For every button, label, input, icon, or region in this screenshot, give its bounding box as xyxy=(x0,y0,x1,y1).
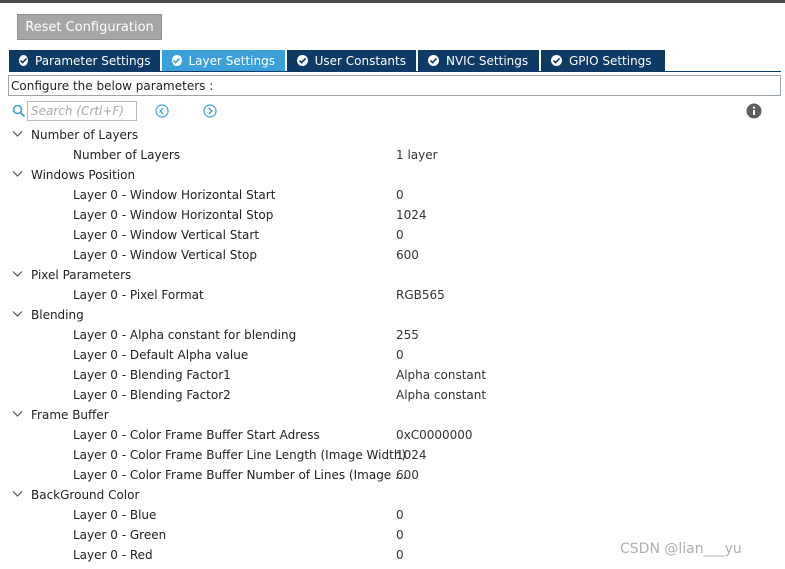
param-value[interactable]: Alpha constant xyxy=(396,388,486,402)
previous-match-button[interactable] xyxy=(155,104,169,118)
category-label: Frame Buffer xyxy=(31,408,109,422)
tab-underline xyxy=(9,71,781,72)
param-label: Layer 0 - Blending Factor2 xyxy=(73,388,231,402)
param-row[interactable]: Layer 0 - Blending Factor2 Alpha constan… xyxy=(0,385,785,405)
search-input[interactable] xyxy=(27,101,137,121)
param-value[interactable]: Alpha constant xyxy=(396,368,486,382)
param-label: Layer 0 - Window Horizontal Stop xyxy=(73,208,274,222)
param-row[interactable]: Layer 0 - Window Horizontal Start 0 xyxy=(0,185,785,205)
tab-parameter-settings[interactable]: Parameter Settings xyxy=(9,50,160,71)
param-label: Number of Layers xyxy=(73,148,181,162)
param-value[interactable]: 255 xyxy=(396,328,419,342)
param-value[interactable]: 0 xyxy=(396,188,404,202)
param-value[interactable]: 0 xyxy=(396,228,404,242)
watermark: CSDN @lian___yu xyxy=(620,541,742,557)
param-row[interactable]: Layer 0 - Color Frame Buffer Start Adres… xyxy=(0,425,785,445)
tab-user-constants[interactable]: User Constants xyxy=(287,50,416,71)
param-row[interactable]: Layer 0 - Window Horizontal Stop 1024 xyxy=(0,205,785,225)
tab-label: User Constants xyxy=(314,53,406,68)
param-label: Layer 0 - Window Vertical Stop xyxy=(73,248,258,262)
reset-configuration-button[interactable]: Reset Configuration xyxy=(17,14,162,40)
check-circle-icon xyxy=(19,55,28,66)
category-background-color[interactable]: BackGround Color xyxy=(0,485,785,505)
param-row[interactable]: Layer 0 - Pixel Format RGB565 xyxy=(0,285,785,305)
tab-label: Parameter Settings xyxy=(35,53,151,68)
tab-nvic-settings[interactable]: NVIC Settings xyxy=(418,50,539,71)
param-value[interactable]: 0 xyxy=(396,508,404,522)
param-row[interactable]: Layer 0 - Window Vertical Stop 600 xyxy=(0,245,785,265)
param-value[interactable]: 1024 xyxy=(396,208,427,222)
tab-gpio-settings[interactable]: GPIO Settings xyxy=(541,50,665,71)
tab-layer-settings[interactable]: Layer Settings xyxy=(162,50,285,71)
chevron-down-icon xyxy=(12,311,23,317)
check-circle-icon xyxy=(297,55,308,66)
param-value[interactable]: 0 xyxy=(396,528,404,542)
next-match-button[interactable] xyxy=(203,104,217,118)
category-frame-buffer[interactable]: Frame Buffer xyxy=(0,405,785,425)
param-label: Layer 0 - Blending Factor1 xyxy=(73,368,231,382)
param-row[interactable]: Layer 0 - Blue 0 xyxy=(0,505,785,525)
check-circle-icon xyxy=(551,55,562,66)
param-row[interactable]: Layer 0 - Color Frame Buffer Number of L… xyxy=(0,465,785,485)
tab-label: Layer Settings xyxy=(188,53,276,68)
param-label: Layer 0 - Window Horizontal Start xyxy=(73,188,276,202)
category-label: Windows Position xyxy=(31,168,136,182)
category-label: Number of Layers xyxy=(31,128,139,142)
chevron-down-icon xyxy=(12,131,23,137)
param-label: Layer 0 - Green xyxy=(73,528,167,542)
category-pixel-parameters[interactable]: Pixel Parameters xyxy=(0,265,785,285)
param-label: Layer 0 - Red xyxy=(73,548,153,562)
param-row[interactable]: Number of Layers 1 layer xyxy=(0,145,785,165)
param-row[interactable]: Layer 0 - Blending Factor1 Alpha constan… xyxy=(0,365,785,385)
chevron-down-icon xyxy=(12,271,23,277)
param-value[interactable]: 600 xyxy=(396,248,419,262)
chevron-down-icon xyxy=(12,491,23,497)
param-value[interactable]: 0 xyxy=(396,348,404,362)
param-value[interactable]: 0xC0000000 xyxy=(396,428,473,442)
check-circle-icon xyxy=(428,55,439,66)
tab-label: NVIC Settings xyxy=(446,53,529,68)
category-number-of-layers[interactable]: Number of Layers xyxy=(0,125,785,145)
search-icon xyxy=(12,104,26,118)
param-row[interactable]: Layer 0 - Color Frame Buffer Line Length… xyxy=(0,445,785,465)
chevron-down-icon xyxy=(12,411,23,417)
param-value[interactable]: RGB565 xyxy=(396,288,445,302)
tab-label: GPIO Settings xyxy=(569,53,652,68)
category-label: Blending xyxy=(31,308,84,322)
category-label: BackGround Color xyxy=(31,488,140,502)
param-label: Layer 0 - Color Frame Buffer Start Adres… xyxy=(73,428,320,442)
check-circle-icon xyxy=(172,55,182,66)
param-row[interactable]: Layer 0 - Default Alpha value 0 xyxy=(0,345,785,365)
info-icon[interactable] xyxy=(746,103,762,119)
param-value[interactable]: 1024 xyxy=(396,448,427,462)
category-label: Pixel Parameters xyxy=(31,268,132,282)
settings-tabs: Parameter Settings Layer Settings User C… xyxy=(9,50,667,71)
param-label: Layer 0 - Pixel Format xyxy=(73,288,204,302)
param-row[interactable]: Layer 0 - Alpha constant for blending 25… xyxy=(0,325,785,345)
param-label: Layer 0 - Window Vertical Start xyxy=(73,228,260,242)
param-value[interactable]: 0 xyxy=(396,548,404,562)
param-label: Layer 0 - Blue xyxy=(73,508,157,522)
param-label: Layer 0 - Color Frame Buffer Line Length… xyxy=(73,448,407,462)
param-row[interactable]: Layer 0 - Window Vertical Start 0 xyxy=(0,225,785,245)
configure-banner: Configure the below parameters : xyxy=(8,75,781,96)
param-label: Layer 0 - Color Frame Buffer Number of L… xyxy=(73,468,407,482)
param-value[interactable]: 1 layer xyxy=(396,148,438,162)
category-windows-position[interactable]: Windows Position xyxy=(0,165,785,185)
param-value[interactable]: 600 xyxy=(396,468,419,482)
chevron-down-icon xyxy=(12,171,23,177)
param-label: Layer 0 - Alpha constant for blending xyxy=(73,328,297,342)
category-blending[interactable]: Blending xyxy=(0,305,785,325)
top-border xyxy=(0,0,785,3)
param-label: Layer 0 - Default Alpha value xyxy=(73,348,249,362)
